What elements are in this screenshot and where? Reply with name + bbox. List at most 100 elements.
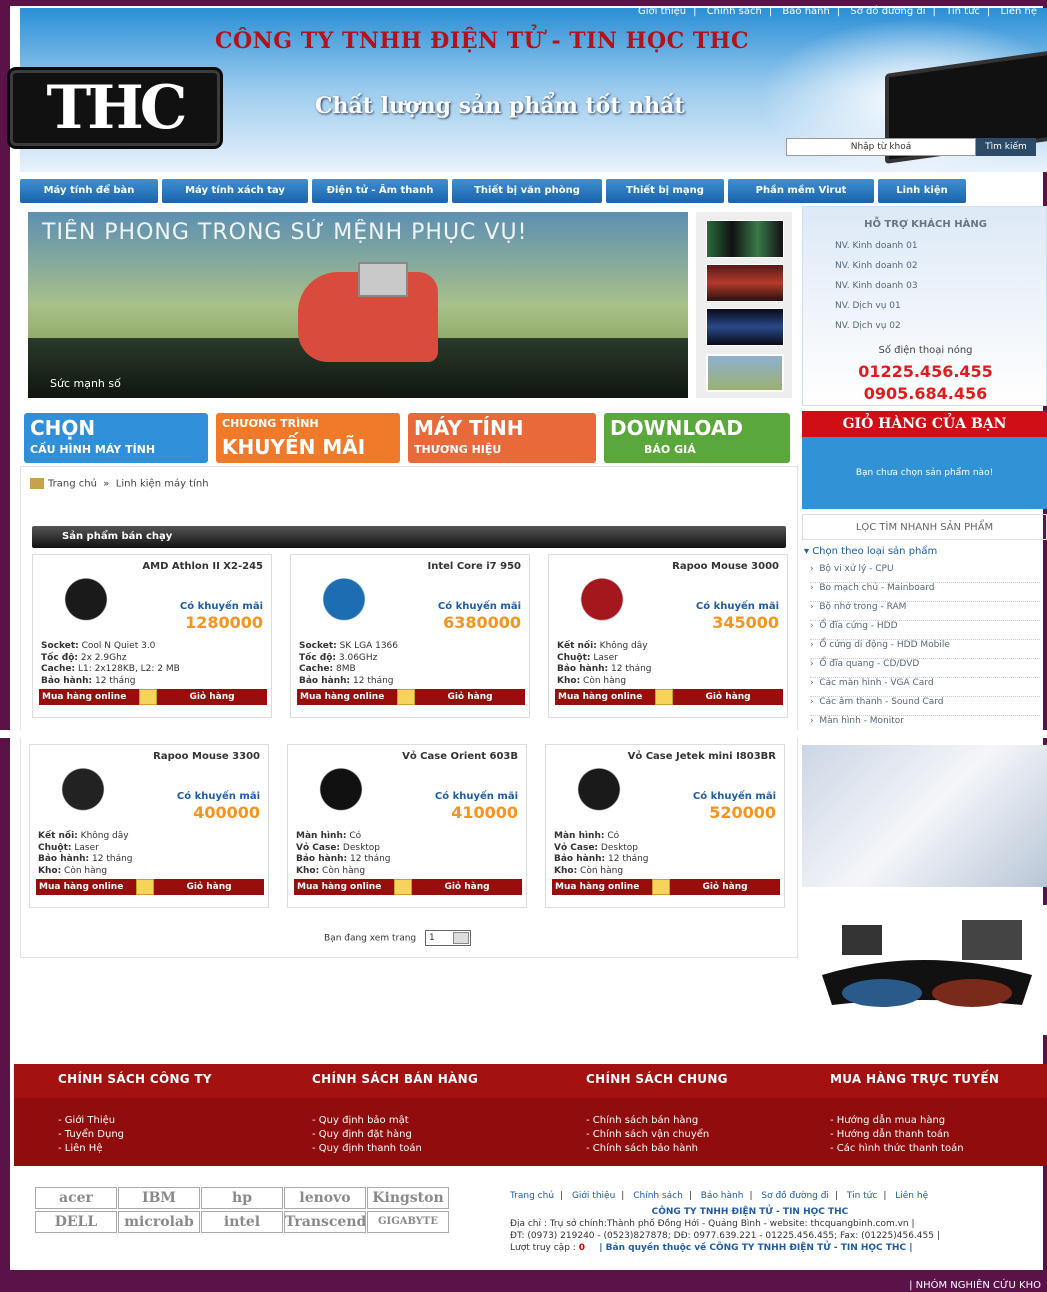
- top-link[interactable]: Chính sách: [707, 6, 762, 17]
- search-button[interactable]: Tìm kiếm: [976, 138, 1036, 156]
- buy-online-button[interactable]: Mua hàng online: [555, 689, 655, 705]
- cart-icon[interactable]: [139, 689, 157, 705]
- filter-item[interactable]: › Bo mạch chủ - Mainboard: [810, 583, 1040, 602]
- breadcrumb-home[interactable]: Trang chủ: [48, 479, 97, 490]
- product-name[interactable]: Rapoo Mouse 3000: [629, 561, 779, 573]
- brand-logo[interactable]: IBM: [118, 1187, 200, 1209]
- brand-logo[interactable]: DELL: [35, 1211, 117, 1233]
- nav-item[interactable]: Máy tính xách tay: [162, 179, 308, 203]
- footer-nav-link[interactable]: Chính sách: [633, 1191, 683, 1201]
- product-card[interactable]: Intel Core i7 950 Có khuyến mãi 6380000 Soc…: [290, 554, 530, 718]
- nav-item[interactable]: Phần mềm Virut: [728, 179, 874, 203]
- support-staff[interactable]: NV. Dịch vụ 01: [835, 301, 901, 311]
- brand-logo[interactable]: Kingston: [367, 1187, 449, 1209]
- nav-item[interactable]: Thiết bị mạng: [606, 179, 724, 203]
- footer-link[interactable]: - Tuyển Dụng: [58, 1128, 212, 1142]
- top-link[interactable]: Liên hệ: [1000, 6, 1037, 17]
- filter-item[interactable]: › Các âm thanh - Sound Card: [810, 697, 1040, 716]
- footer-link[interactable]: - Giới Thiệu: [58, 1114, 212, 1128]
- thumbnail[interactable]: [706, 220, 784, 258]
- add-to-cart-button[interactable]: Giỏ hàng: [154, 879, 264, 895]
- logo[interactable]: THC: [10, 70, 220, 146]
- brand-logo[interactable]: microlab: [118, 1211, 200, 1233]
- filter-item[interactable]: › Ổ cứng di động - HDD Mobile: [810, 640, 1040, 659]
- add-to-cart-button[interactable]: Giỏ hàng: [415, 689, 525, 705]
- nav-item[interactable]: Máy tính để bàn: [20, 179, 158, 203]
- add-to-cart-button[interactable]: Giỏ hàng: [157, 689, 267, 705]
- breadcrumb-current[interactable]: Linh kiện máy tính: [116, 479, 209, 490]
- cart-icon[interactable]: [652, 879, 670, 895]
- add-to-cart-button[interactable]: Giỏ hàng: [412, 879, 522, 895]
- product-card[interactable]: Rapoo Mouse 3000 Có khuyến mãi 345000 Kết n…: [548, 554, 788, 718]
- cart-title[interactable]: GIỎ HÀNG CỦA BẠN: [802, 411, 1047, 437]
- brand-logo[interactable]: Transcend: [284, 1211, 366, 1233]
- banner-slide[interactable]: TIÊN PHONG TRONG SỨ MỆNH PHỤC VỤ! Sức mạ…: [28, 212, 688, 398]
- footer-nav-link[interactable]: Tin tức: [847, 1191, 877, 1201]
- office-ad-image[interactable]: [802, 745, 1047, 887]
- buy-online-button[interactable]: Mua hàng online: [39, 689, 139, 705]
- promo-config[interactable]: CHỌN CẤU HÌNH MÁY TÍNH: [24, 413, 208, 463]
- thumbnail[interactable]: [706, 264, 784, 302]
- product-card[interactable]: Vỏ Case Orient 603B Có khuyến mãi 410000 Mà…: [287, 744, 527, 908]
- footer-link[interactable]: - Chính sách bán hàng: [586, 1114, 728, 1128]
- footer-link[interactable]: - Hướng dẫn mua hàng: [830, 1114, 999, 1128]
- brand-logo[interactable]: hp: [201, 1187, 283, 1209]
- filter-item[interactable]: › Ổ đĩa cứng - HDD: [810, 621, 1040, 640]
- product-card[interactable]: Vỏ Case Jetek mini I803BR Có khuyến mãi 52…: [545, 744, 785, 908]
- product-card[interactable]: AMD Athlon II X2-245 Có khuyến mãi 1280000…: [32, 554, 272, 718]
- top-link[interactable]: Sơ đồ đường đi: [850, 6, 925, 17]
- brand-logo[interactable]: intel: [201, 1211, 283, 1233]
- brand-logo[interactable]: lenovo: [284, 1187, 366, 1209]
- 3d-glasses-ad-image[interactable]: [802, 905, 1047, 1035]
- nav-item[interactable]: Điện tử - Âm thanh: [312, 179, 448, 203]
- promo-download[interactable]: DOWNLOAD BÁO GIÁ: [604, 413, 790, 463]
- page-select[interactable]: 1: [425, 930, 472, 946]
- footer-link[interactable]: - Hướng dẫn thanh toán: [830, 1128, 999, 1142]
- footer-link[interactable]: - Quy định thanh toán: [312, 1142, 478, 1156]
- support-staff[interactable]: NV. Kinh doanh 03: [835, 281, 918, 291]
- footer-link[interactable]: - Liên Hệ: [58, 1142, 212, 1156]
- top-link[interactable]: Giới thiệu: [638, 6, 686, 17]
- nav-item[interactable]: Linh kiện: [878, 179, 966, 203]
- search-input[interactable]: Nhập từ khoá: [786, 138, 976, 156]
- brand-logo[interactable]: acer: [35, 1187, 117, 1209]
- filter-select[interactable]: ▾ Chọn theo loại sản phẩm: [804, 546, 937, 557]
- footer-link[interactable]: - Chính sách vận chuyển: [586, 1128, 728, 1142]
- filter-item[interactable]: › Ổ đĩa quang - CD/DVD: [810, 659, 1040, 678]
- footer-nav-link[interactable]: Liên hệ: [895, 1191, 928, 1201]
- filter-item[interactable]: › Bộ vi xử lý - CPU: [810, 564, 1040, 583]
- footer-link[interactable]: - Quy định bảo mật: [312, 1114, 478, 1128]
- product-name[interactable]: Rapoo Mouse 3300: [110, 751, 260, 763]
- cart-icon[interactable]: [655, 689, 673, 705]
- product-name[interactable]: Vỏ Case Jetek mini I803BR: [626, 751, 776, 763]
- add-to-cart-button[interactable]: Giỏ hàng: [670, 879, 780, 895]
- buy-online-button[interactable]: Mua hàng online: [36, 879, 136, 895]
- filter-item[interactable]: › Các màn hình - VGA Card: [810, 678, 1040, 697]
- footer-nav-link[interactable]: Bảo hành: [701, 1191, 744, 1201]
- footer-link[interactable]: - Quy định đặt hàng: [312, 1128, 478, 1142]
- footer-nav-link[interactable]: Sơ đồ đường đi: [761, 1191, 829, 1201]
- filter-item[interactable]: › Bộ nhớ trong - RAM: [810, 602, 1040, 621]
- product-name[interactable]: Intel Core i7 950: [371, 561, 521, 573]
- product-name[interactable]: Vỏ Case Orient 603B: [368, 751, 518, 763]
- cart-icon[interactable]: [397, 689, 415, 705]
- footer-link[interactable]: - Các hình thức thanh toán: [830, 1142, 999, 1156]
- thumbnail-active[interactable]: [706, 354, 784, 392]
- promo-sale[interactable]: CHƯƠNG TRÌNH KHUYẾN MÃI: [216, 413, 400, 463]
- brand-logo[interactable]: GIGABYTE: [367, 1211, 449, 1233]
- footer-nav-link[interactable]: Giới thiệu: [572, 1191, 615, 1201]
- buy-online-button[interactable]: Mua hàng online: [294, 879, 394, 895]
- support-staff[interactable]: NV. Kinh doanh 02: [835, 261, 918, 271]
- nav-item[interactable]: Thiết bị văn phòng: [452, 179, 602, 203]
- buy-online-button[interactable]: Mua hàng online: [552, 879, 652, 895]
- footer-link[interactable]: - Chính sách bảo hành: [586, 1142, 728, 1156]
- support-staff[interactable]: NV. Kinh doanh 01: [835, 241, 918, 251]
- thumbnail[interactable]: [706, 308, 784, 346]
- footer-nav-link[interactable]: Trang chủ: [510, 1191, 554, 1201]
- promo-brand[interactable]: MÁY TÍNH THƯƠNG HIỆU: [408, 413, 596, 463]
- top-link[interactable]: Bảo hành: [782, 6, 829, 17]
- top-link[interactable]: Tin tức: [946, 6, 980, 17]
- support-staff[interactable]: NV. Dịch vụ 02: [835, 321, 901, 331]
- product-name[interactable]: AMD Athlon II X2-245: [113, 561, 263, 573]
- product-card[interactable]: Rapoo Mouse 3300 Có khuyến mãi 400000 Kết n…: [29, 744, 269, 908]
